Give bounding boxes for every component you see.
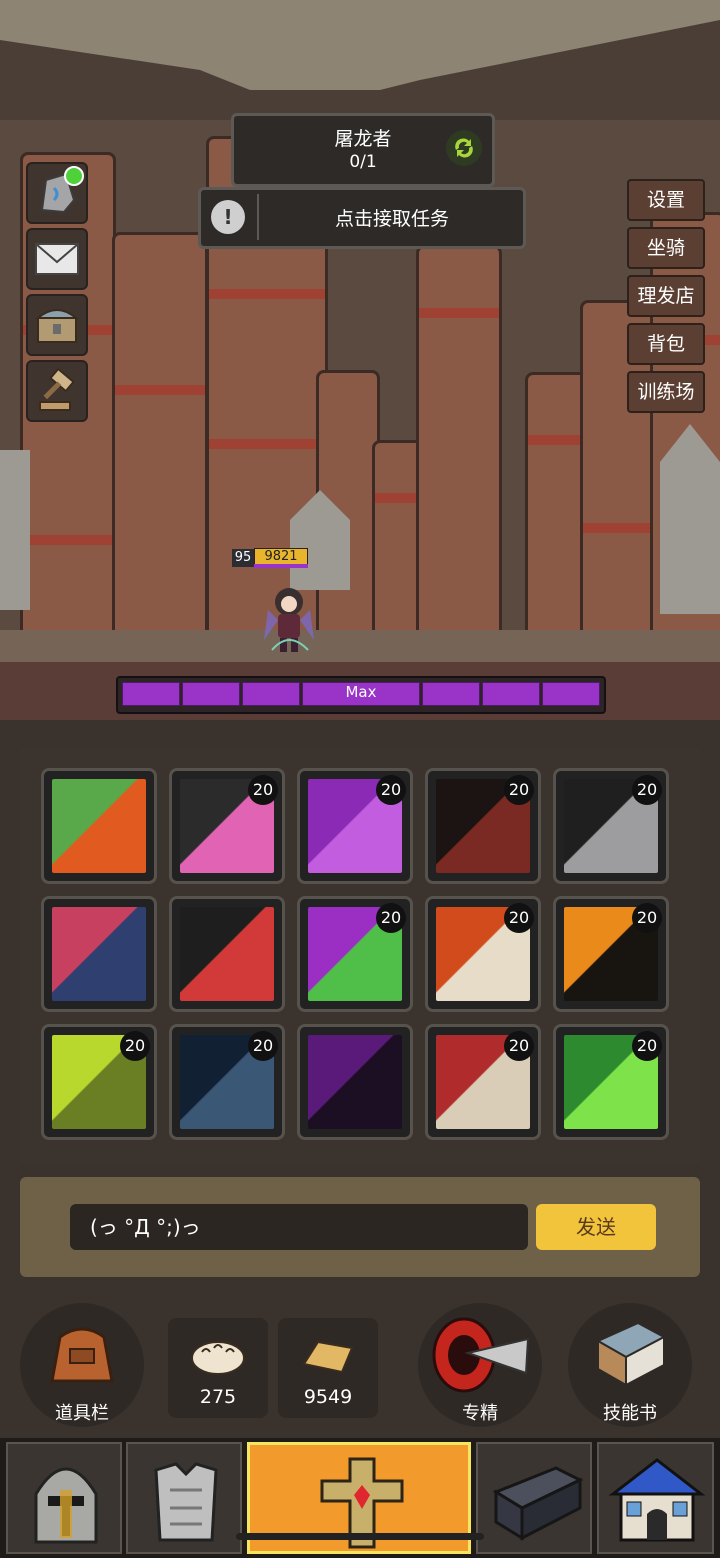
chest-icon[interactable] — [26, 294, 88, 356]
mastery-label: 专精 — [462, 1403, 498, 1424]
skill-level-badge: 20 — [504, 1031, 534, 1061]
task-label: 点击接取任务 — [334, 208, 449, 230]
meteor-skill-icon[interactable]: 20 — [169, 768, 285, 884]
player-xp-bar — [254, 564, 308, 568]
skill-art — [52, 907, 146, 1001]
red-cloak-skill-icon[interactable]: 20 — [425, 1024, 541, 1140]
right-menu: 设置 坐骑 理发店 背包 训练场 — [627, 179, 705, 419]
poison-sword-skill-icon[interactable]: 20 — [297, 896, 413, 1012]
items-label: 道具栏 — [55, 1403, 109, 1424]
chat-input[interactable]: (っ °Д °;)っ — [70, 1204, 528, 1250]
skillbook-button[interactable]: 技能书 — [568, 1303, 692, 1427]
bottom-nav — [0, 1438, 720, 1558]
chat-bar: (っ °Д °;)っ 发送 — [20, 1177, 700, 1277]
quest-panel[interactable]: 屠龙者 0/1 — [231, 113, 495, 187]
hero-character — [258, 580, 320, 658]
shield-burst-skill-icon[interactable]: 20 — [425, 896, 541, 1012]
boss-hp-bar: Max — [116, 676, 606, 714]
mail-icon[interactable] — [26, 228, 88, 290]
bread-resource: 275 — [168, 1318, 268, 1418]
exclamation-icon: ! — [211, 200, 245, 234]
raven-skill-icon[interactable] — [297, 1024, 413, 1140]
shop-tab-icon[interactable] — [597, 1442, 714, 1554]
skill-art — [308, 1035, 402, 1129]
rune-stone-icon[interactable] — [26, 162, 88, 224]
items-button[interactable]: 道具栏 — [20, 1303, 144, 1427]
backpack-button[interactable]: 背包 — [627, 323, 705, 365]
skill-level-badge: 20 — [376, 775, 406, 805]
notification-dot-icon — [64, 166, 84, 186]
bread-count: 275 — [199, 1386, 237, 1408]
anvil-tab-icon[interactable] — [476, 1442, 592, 1554]
flame-shadow-skill-icon[interactable]: 20 — [553, 896, 669, 1012]
green-claw-skill-icon[interactable]: 20 — [553, 1024, 669, 1140]
skillbook-label: 技能书 — [603, 1403, 657, 1424]
skill-art — [180, 907, 274, 1001]
skill-level-badge: 20 — [376, 903, 406, 933]
left-shortcuts — [26, 162, 88, 426]
skull-helm-skill-icon[interactable]: 20 — [425, 768, 541, 884]
skill-level-badge: 20 — [632, 775, 662, 805]
training-ground-button[interactable]: 训练场 — [627, 371, 705, 413]
helmet-tab-icon[interactable] — [6, 1442, 122, 1554]
dragon-face-skill-icon[interactable] — [41, 768, 157, 884]
mount-button[interactable]: 坐骑 — [627, 227, 705, 269]
send-button[interactable]: 发送 — [536, 1204, 656, 1250]
skill-level-badge: 20 — [632, 903, 662, 933]
armor-tab-icon[interactable] — [126, 1442, 242, 1554]
loaf-count: 9549 — [303, 1386, 353, 1408]
skill-level-badge: 20 — [248, 775, 278, 805]
hp-max-label: Max — [345, 683, 377, 701]
crack-night-skill-icon[interactable]: 20 — [169, 1024, 285, 1140]
ghost-grin-skill-icon[interactable]: 20 — [553, 768, 669, 884]
loaf-resource: 9549 — [278, 1318, 378, 1418]
player-level: 95 — [232, 549, 254, 567]
skill-level-badge: 20 — [504, 775, 534, 805]
game-scene — [0, 0, 720, 720]
purple-demon-skill-icon[interactable]: 20 — [297, 768, 413, 884]
accept-task-button[interactable]: ! 点击接取任务 — [198, 187, 526, 249]
skill-art — [52, 779, 146, 873]
barber-button[interactable]: 理发店 — [627, 275, 705, 317]
skill-level-badge: 20 — [632, 1031, 662, 1061]
blade-strike-skill-icon[interactable] — [169, 896, 285, 1012]
refresh-icon[interactable] — [446, 130, 482, 166]
loaf-icon — [302, 1340, 354, 1374]
home-indicator — [236, 1533, 484, 1540]
bread-icon — [191, 1341, 245, 1375]
ground — [0, 630, 720, 662]
fist-skill-icon[interactable]: 20 — [41, 1024, 157, 1140]
skill-level-badge: 20 — [248, 1031, 278, 1061]
auction-hammer-icon[interactable] — [26, 360, 88, 422]
hooded-figures-skill-icon[interactable] — [41, 896, 157, 1012]
mastery-button[interactable]: 专精 — [418, 1303, 542, 1427]
skill-level-badge: 20 — [504, 903, 534, 933]
settings-button[interactable]: 设置 — [627, 179, 705, 221]
skill-level-badge: 20 — [120, 1031, 150, 1061]
